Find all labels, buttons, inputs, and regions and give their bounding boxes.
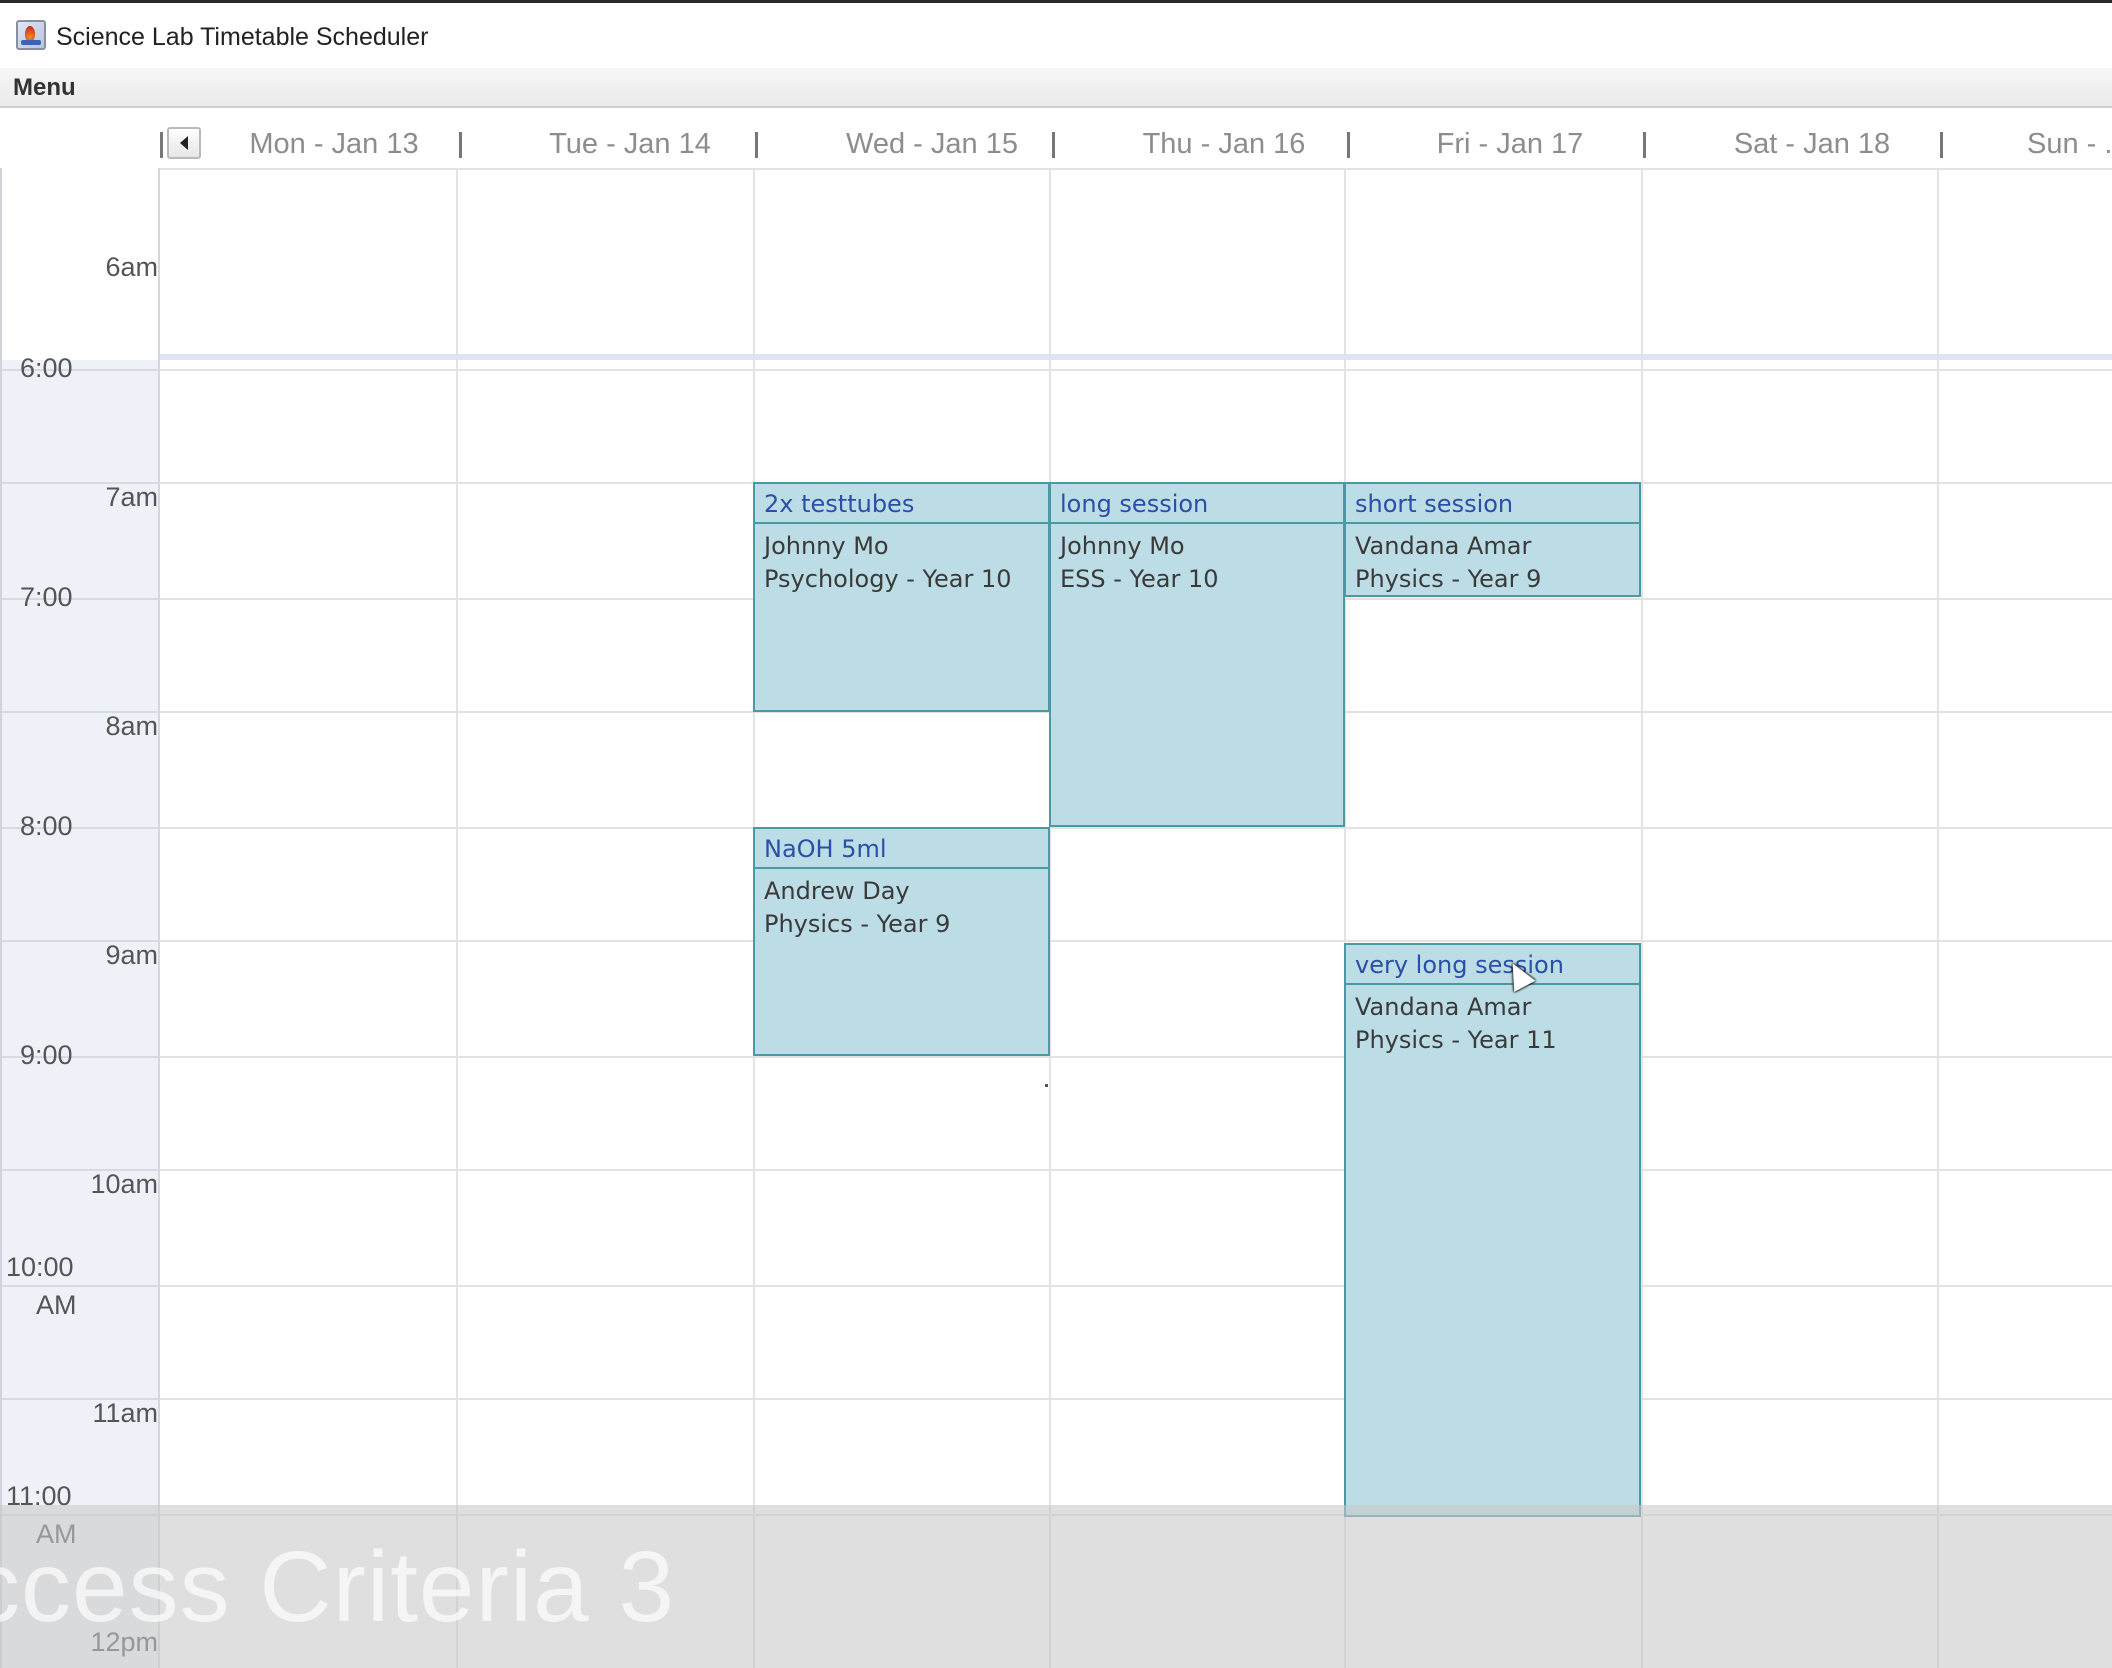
hour-line — [160, 1398, 2112, 1400]
hour-line — [160, 940, 2112, 942]
time-label-hour: 10am — [90, 1169, 158, 1199]
column-divider — [1641, 168, 1643, 1668]
time-label-half: 8:00 — [20, 811, 73, 841]
resize-artifact — [1045, 1084, 1048, 1087]
event-very-long-session[interactable]: very long session Vandana Amar Physics -… — [1344, 943, 1641, 1517]
menu-button[interactable]: Menu — [13, 74, 76, 102]
half-hour-line — [160, 1056, 2112, 1058]
event-class: Physics - Year 9 — [1355, 565, 1542, 593]
event-teacher: Vandana Amar — [1355, 993, 1532, 1021]
header-separator — [1643, 132, 1646, 158]
event-title: very long session — [1346, 945, 1639, 985]
day-header-thu: Thu - Jan 16 — [1142, 128, 1306, 160]
day-header-row: Mon - Jan 13 Tue - Jan 14 Wed - Jan 15 T… — [0, 108, 2112, 168]
triangle-left-icon — [180, 136, 188, 150]
header-separator — [755, 132, 758, 158]
event-teacher: Johnny Mo — [1060, 532, 1185, 560]
app-window: Science Lab Timetable Scheduler Menu Mon… — [0, 0, 2112, 1668]
half-hour-line — [160, 369, 2112, 371]
time-label-suffix: AM — [36, 1290, 77, 1320]
header-separator — [1940, 132, 1943, 158]
time-gutter-border — [158, 168, 160, 1668]
window-title: Science Lab Timetable Scheduler — [56, 23, 429, 51]
day-header-tue: Tue - Jan 14 — [549, 128, 711, 160]
day-header-sat: Sat - Jan 18 — [1733, 128, 1891, 160]
event-title: short session — [1346, 484, 1639, 524]
event-class: Psychology - Year 10 — [764, 565, 1012, 593]
time-label-hour: 11am — [92, 1398, 158, 1428]
gutter-line — [2, 1285, 159, 1287]
day-header-wed: Wed - Jan 15 — [846, 128, 1018, 160]
event-teacher: Andrew Day — [764, 877, 910, 905]
hour-line — [160, 1169, 2112, 1171]
time-gutter — [2, 360, 159, 1668]
event-teacher: Johnny Mo — [764, 532, 889, 560]
title-bar: Science Lab Timetable Scheduler — [0, 0, 2112, 68]
half-hour-line — [160, 1285, 2112, 1287]
menu-bar: Menu — [0, 68, 2112, 108]
event-class: Physics - Year 9 — [764, 910, 951, 938]
event-teacher: Vandana Amar — [1355, 532, 1532, 560]
event-2x-testtubes[interactable]: 2x testtubes Johnny Mo Psychology - Year… — [753, 482, 1050, 712]
event-naoh-5ml[interactable]: NaOH 5ml Andrew Day Physics - Year 9 — [753, 827, 1050, 1056]
java-app-icon — [16, 20, 46, 50]
time-label-half: 10:00 — [6, 1252, 74, 1282]
all-day-divider — [160, 354, 2112, 360]
event-title: NaOH 5ml — [755, 829, 1048, 869]
time-label-hour: 9am — [105, 940, 158, 970]
caption-text: ccess Criteria 3 — [0, 1531, 676, 1643]
time-label-half: 9:00 — [20, 1040, 73, 1070]
header-separator — [1347, 132, 1350, 158]
half-hour-line — [160, 827, 2112, 829]
time-label-hour: 8am — [105, 711, 158, 741]
event-title: long session — [1051, 484, 1343, 524]
event-short-session[interactable]: short session Vandana Amar Physics - Yea… — [1344, 482, 1641, 597]
all-day-area[interactable] — [160, 168, 2112, 354]
event-class: Physics - Year 11 — [1355, 1026, 1557, 1054]
day-header-mon: Mon - Jan 13 — [249, 128, 419, 160]
event-title: 2x testtubes — [755, 484, 1048, 524]
event-long-session[interactable]: long session Johnny Mo ESS - Year 10 — [1049, 482, 1345, 827]
header-separator — [459, 132, 462, 158]
time-label-half: 7:00 — [20, 582, 73, 612]
time-label-hour: 7am — [105, 482, 158, 512]
header-separator — [160, 132, 163, 158]
column-divider — [456, 168, 458, 1668]
day-header-fri: Fri - Jan 17 — [1436, 128, 1584, 160]
event-class: ESS - Year 10 — [1060, 565, 1219, 593]
week-calendar: Mon - Jan 13 Tue - Jan 14 Wed - Jan 15 T… — [0, 108, 2112, 1668]
time-label-half: 6:00 — [20, 353, 73, 383]
previous-week-button[interactable] — [167, 127, 201, 159]
column-divider — [1937, 168, 1939, 1668]
time-label-hour: 6am — [105, 252, 158, 282]
day-header-sun: Sun - . — [2027, 128, 2112, 160]
header-separator — [1052, 132, 1055, 158]
